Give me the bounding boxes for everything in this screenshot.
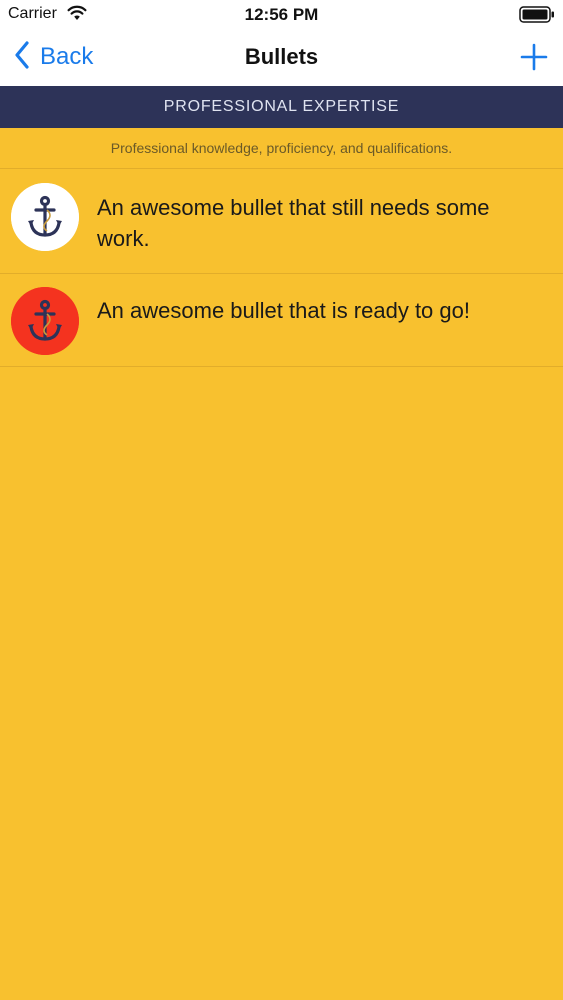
bullet-row[interactable]: An awesome bullet that is ready to go! [0, 274, 563, 366]
bullet-status-avatar [11, 287, 79, 355]
bullet-text: An awesome bullet that is ready to go! [97, 298, 470, 323]
add-bullet-button[interactable] [519, 42, 549, 72]
bullet-status-avatar [11, 183, 79, 251]
section-subtitle: Professional knowledge, proficiency, and… [110, 140, 453, 156]
section-header: PROFESSIONAL EXPERTISE [0, 86, 563, 128]
navigation-bar: Back Bullets [0, 28, 563, 86]
battery-icon [519, 6, 555, 28]
page-title: Bullets [244, 44, 319, 69]
bullet-row[interactable]: An awesome bullet that still needs some … [0, 169, 563, 273]
anchor-icon [11, 287, 79, 355]
plus-icon [519, 43, 549, 76]
anchor-icon [11, 183, 79, 251]
status-bar: Carrier 12:56 PM [0, 0, 563, 28]
bullet-text: An awesome bullet that still needs some … [97, 195, 490, 251]
status-time: 12:56 PM [244, 5, 319, 24]
divider [0, 366, 563, 367]
